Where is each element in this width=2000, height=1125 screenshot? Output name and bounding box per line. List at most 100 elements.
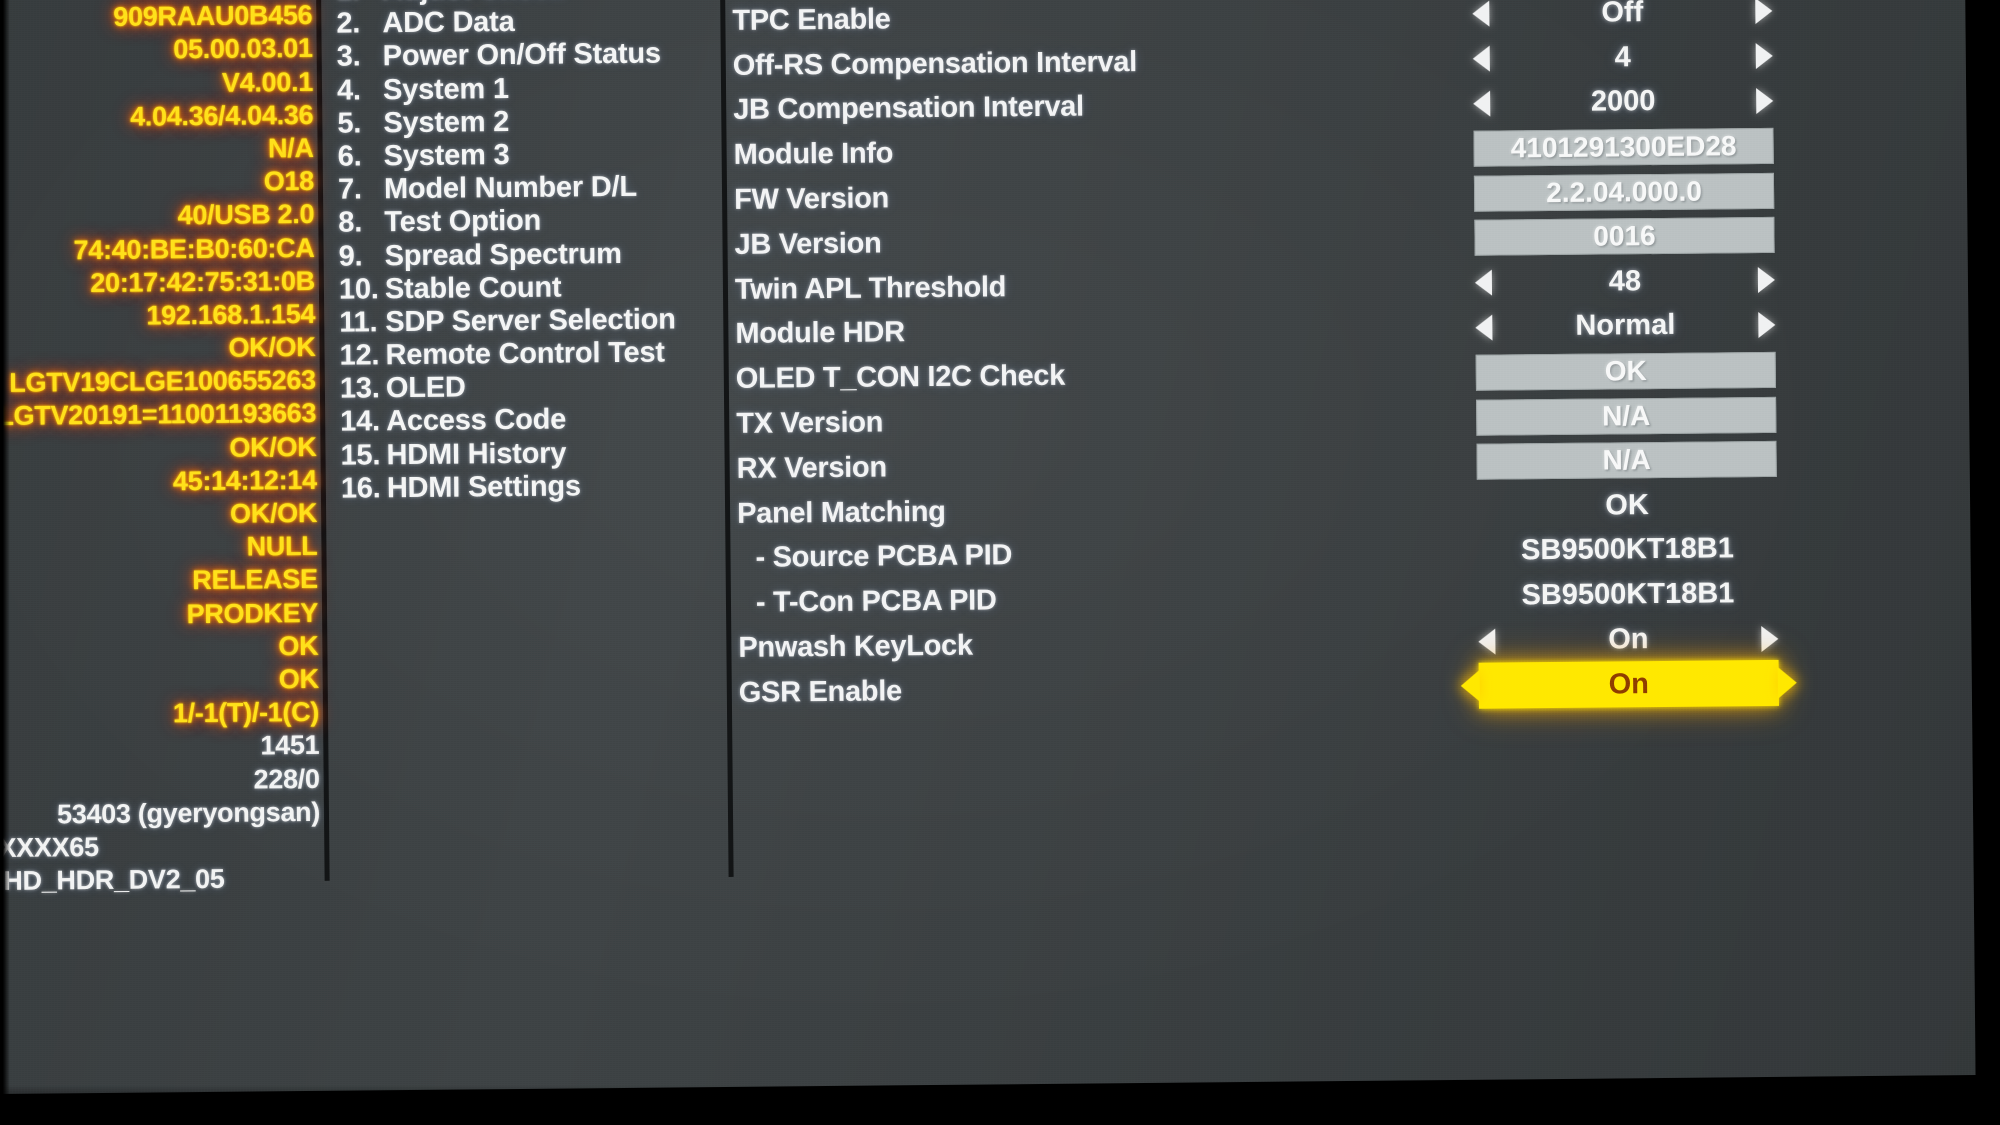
menu-item-power-on-off-status[interactable]: 3. Power On/Off Status	[337, 37, 737, 74]
oled-row-label: RX Version	[736, 451, 887, 485]
info-row: Total Use Time1451	[0, 730, 327, 768]
oled-row-control: SB9500KT18B1	[1268, 569, 1976, 621]
menu-item-model-number-d-l[interactable]: 7. Model Number D/L	[338, 170, 738, 207]
oled-row-label: Module Info	[733, 137, 894, 172]
oled-spinner[interactable]: 2000	[1473, 84, 1774, 120]
caret-right-icon[interactable]	[1757, 267, 1776, 294]
oled-row-label: - T-Con PCBA PID	[755, 584, 997, 619]
info-row-value: 53403 (gyeryongsan)	[56, 796, 321, 830]
info-row-value: 1451	[260, 730, 320, 761]
caret-left-icon[interactable]	[1460, 670, 1480, 703]
oled-row-value: 2000	[1590, 85, 1656, 119]
oled-row-label: Off-RS Compensation Interval	[732, 45, 1138, 82]
info-row-value: 74:40:BE:B0:60:CA	[73, 232, 315, 265]
oled-settings-column: OLED TPC EnableOffOff-RS Compensation In…	[732, 0, 1976, 716]
info-row-label: DV1_04 OLED_UHD_HDR_DV2_05	[0, 863, 225, 898]
caret-left-icon[interactable]	[1472, 1, 1490, 28]
caret-left-icon[interactable]	[1473, 90, 1491, 117]
caret-right-icon[interactable]	[1756, 87, 1774, 115]
info-row: MAC (Wired)74:40:BE:B0:60:CA	[0, 232, 323, 270]
menu-item-label: Test Option	[384, 205, 542, 239]
menu-item-hdmi-settings[interactable]: 16. HDMI Settings	[341, 469, 741, 506]
info-row: WidevineOK	[0, 631, 327, 669]
info-row-value: 05.00.03.01	[173, 33, 313, 65]
oled-row-value: 4	[1614, 40, 1631, 74]
oled-row-control: SB9500KT18B1	[1267, 524, 1975, 576]
oled-spinner[interactable]: On	[1478, 622, 1779, 658]
menu-item-label: Stable Count	[384, 271, 562, 305]
oled-spinner[interactable]: Normal	[1475, 308, 1776, 344]
oled-row-control[interactable]: Normal	[1265, 300, 1975, 352]
caret-right-icon[interactable]	[1755, 0, 1773, 25]
menu-item-test-option[interactable]: 8. Test Option	[338, 203, 738, 240]
oled-row-control: N/A	[1266, 390, 1976, 442]
oled-spinner[interactable]: 48	[1474, 264, 1776, 300]
menu-item-label: Spread Spectrum	[384, 237, 622, 272]
oled-row-label: JB Compensation Interval	[733, 90, 1084, 127]
menu-item-stable-count[interactable]: 10. Stable Count	[339, 270, 739, 307]
info-row-label: OLED_SI2178B_XXXX65	[0, 831, 99, 865]
oled-row-control[interactable]: 4	[1263, 32, 1976, 84]
menu-item-system-2[interactable]: 5. System 2	[337, 104, 737, 141]
info-row-value: 1/-1(T)/-1(C)	[172, 697, 320, 729]
menu-item-number: 8.	[338, 206, 363, 239]
oled-spinner-selected[interactable]: On	[1460, 660, 1797, 710]
menu-item-number: 13.	[339, 372, 380, 405]
caret-left-icon[interactable]	[1474, 269, 1493, 296]
oled-row-value-field: 4101291300ED28	[1473, 127, 1774, 167]
info-row-value: NULL	[246, 531, 318, 562]
oled-row-control[interactable]: 2000	[1263, 76, 1976, 128]
oled-settings-list: TPC Enable Off Off-RS Compensation Interva…	[732, 0, 1975, 716]
info-row: Build TypeRELEASE	[0, 564, 326, 602]
service-menu-column[interactable]: 1.Adjust Check2.ADC Data3.Power On/Off S…	[336, 0, 741, 506]
menu-item-sdp-server-selection[interactable]: 11. SDP Server Selection	[339, 303, 739, 340]
info-row-value: N/A	[267, 132, 314, 164]
menu-item-adc-data[interactable]: 2. ADC Data	[336, 4, 736, 41]
menu-item-system-3[interactable]: 6. System 3	[338, 137, 738, 174]
caret-right-icon[interactable]	[1777, 667, 1797, 700]
menu-item-label: OLED	[385, 371, 466, 405]
caret-left-icon[interactable]	[1472, 45, 1490, 72]
info-row-value: 4.04.36/4.04.36	[129, 99, 314, 132]
caret-left-icon[interactable]	[1478, 628, 1496, 655]
oled-row-value: 48	[1608, 264, 1642, 298]
menu-item-label: HDMI Settings	[386, 470, 581, 505]
oled-row-label: TX Version	[736, 406, 884, 440]
menu-item-number: 9.	[338, 239, 363, 273]
tv-panel-surface: ModelOLED65C9PLASerial Number909RAAU0B45…	[0, 0, 1976, 1094]
menu-item-spread-spectrum[interactable]: 9. Spread Spectrum	[338, 236, 738, 273]
oled-row-value: Normal	[1575, 309, 1676, 343]
oled-row-value-field: OK	[1475, 351, 1776, 391]
oled-row-control: OK	[1266, 345, 1976, 397]
caret-right-icon[interactable]	[1761, 625, 1779, 652]
info-row: OLED_SI2178B_XXXX65	[0, 830, 328, 868]
oled-spinner[interactable]: 4	[1472, 40, 1773, 76]
info-row: DV1_04 OLED_UHD_HDR_DV2_05	[0, 863, 329, 901]
menu-item-label: ADC Data	[382, 6, 515, 40]
info-row: EPK4.04.36/4.04.36	[0, 100, 321, 138]
menu-item-system-1[interactable]: 4. System 1	[337, 70, 737, 107]
instart-info-column: ModelOLED65C9PLASerial Number909RAAU0B45…	[0, 0, 329, 934]
oled-row-control[interactable]: 48	[1265, 256, 1976, 308]
tv-service-menu-screen: ModelOLED65C9PLASerial Number909RAAU0B45…	[0, 0, 2000, 1125]
menu-item-remote-control-test[interactable]: 12. Remote Control Test	[339, 336, 739, 373]
menu-item-label: Access Code	[386, 403, 567, 438]
caret-right-icon[interactable]	[1758, 311, 1776, 339]
oled-row-control[interactable]: On	[1269, 659, 1976, 711]
oled-row-label: JB Version	[734, 227, 882, 261]
oled-row-value: SB9500KT18B1	[1520, 532, 1735, 567]
info-row: Key TypePRODKEY	[0, 597, 326, 635]
caret-left-icon[interactable]	[1475, 314, 1493, 341]
oled-row-control[interactable]: On	[1268, 614, 1975, 666]
caret-right-icon[interactable]	[1755, 43, 1773, 70]
oled-row-label: Panel Matching	[736, 495, 946, 530]
menu-item-label: Power On/Off Status	[382, 37, 662, 73]
oled-spinner[interactable]: Off	[1472, 0, 1773, 31]
info-row-value: O18	[263, 166, 315, 197]
menu-item-oled[interactable]: 13. OLED	[340, 369, 740, 406]
oled-row-label: Twin APL Threshold	[734, 270, 1007, 306]
menu-item-hdmi-history[interactable]: 15. HDMI History	[340, 435, 740, 472]
menu-item-access-code[interactable]: 14. Access Code	[340, 402, 740, 439]
info-row-value: OK	[278, 663, 319, 695]
info-row: USB Speed :40/USB 2.0	[0, 199, 322, 237]
